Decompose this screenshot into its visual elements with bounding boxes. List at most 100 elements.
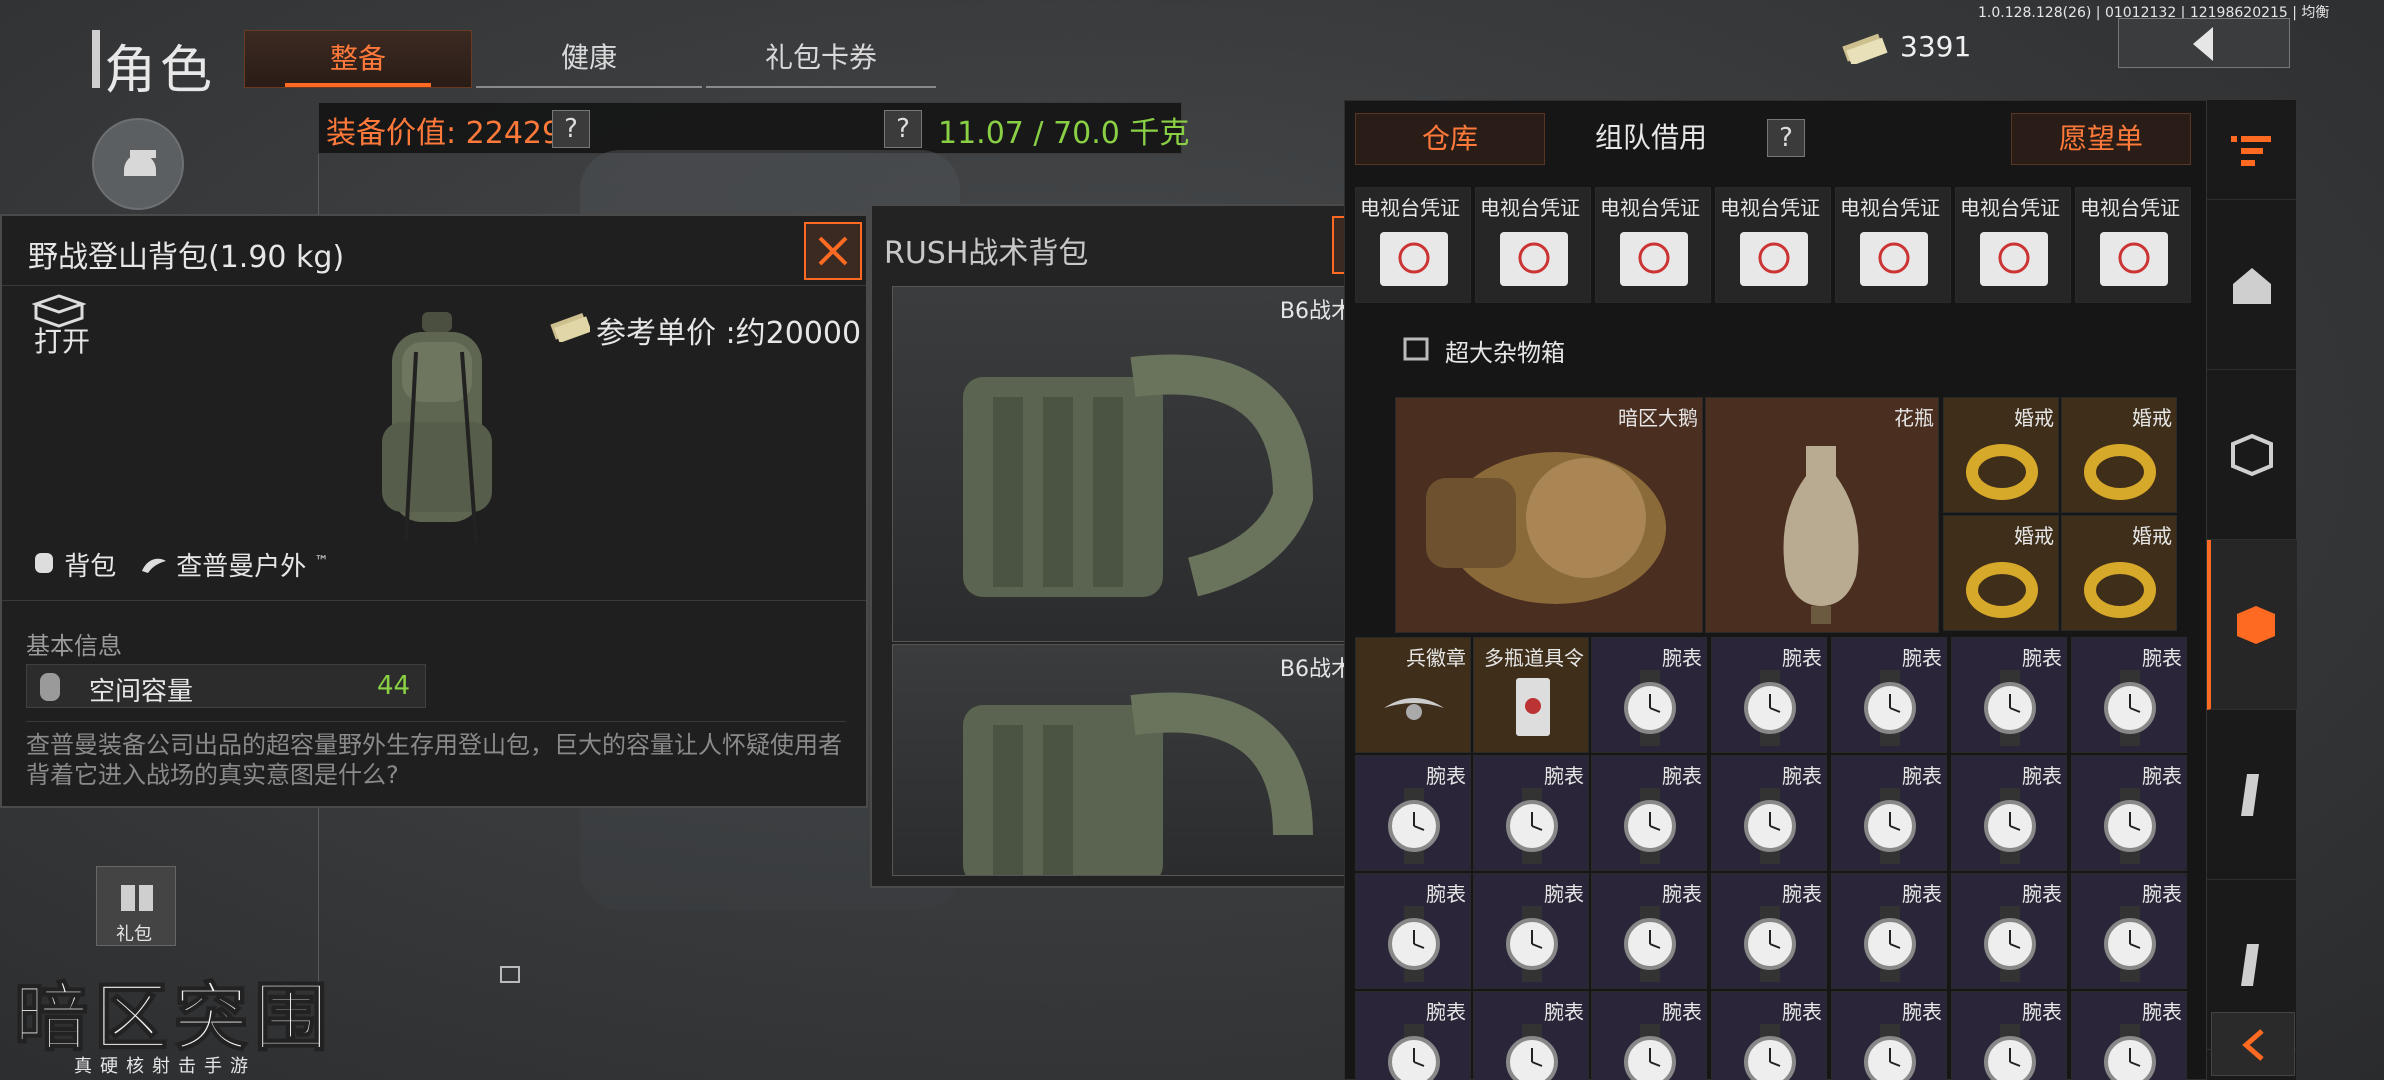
gift-icon	[121, 885, 153, 911]
item-label: 腕表	[1662, 882, 1702, 906]
watch-image	[2104, 670, 2156, 746]
item-tv-certificate[interactable]: 电视台凭证	[1355, 187, 1471, 303]
back-button[interactable]	[2118, 18, 2290, 68]
item-label: 婚戒	[2014, 406, 2054, 430]
item-tv-certificate[interactable]: 电视台凭证	[2075, 187, 2191, 303]
loadout-avatar-button[interactable]	[92, 118, 184, 210]
item-label: 腕表	[1902, 764, 1942, 788]
certificate-image	[1380, 232, 1448, 286]
item-label: 腕表	[1782, 1000, 1822, 1024]
item-dark-goose[interactable]: 暗区大鹅	[1395, 397, 1703, 633]
item-label: 腕表	[1902, 882, 1942, 906]
item-wedding-ring[interactable]: 婚戒	[2061, 515, 2177, 631]
item-wedding-ring[interactable]: 婚戒	[1943, 397, 2059, 513]
item-label: 电视台凭证	[1600, 196, 1700, 220]
item-wedding-ring[interactable]: 婚戒	[2061, 397, 2177, 513]
game-logo: 暗区突围	[13, 974, 334, 1062]
item-vase[interactable]: 花瓶	[1705, 397, 1939, 633]
item-watch[interactable]: 腕表	[1951, 991, 2067, 1080]
open-button-label[interactable]: 打开	[34, 320, 90, 360]
item-label: 婚戒	[2132, 406, 2172, 430]
item-tv-certificate[interactable]: 电视台凭证	[1715, 187, 1831, 303]
wishlist-button[interactable]: 愿望单	[2011, 113, 2191, 165]
container-heading: 超大杂物箱	[1445, 339, 1565, 367]
item-watch[interactable]: 腕表	[2071, 637, 2187, 753]
tab-equip[interactable]: 整备	[244, 30, 472, 88]
item-label: 电视台凭证	[1480, 196, 1580, 220]
item-tv-certificate[interactable]: 电视台凭证	[1955, 187, 2071, 303]
item-watch[interactable]: 腕表	[2071, 755, 2187, 871]
item-watch[interactable]: 腕表	[1355, 755, 1471, 871]
sidebar-magazine-button[interactable]	[2207, 710, 2297, 880]
item-watch[interactable]: 腕表	[1591, 755, 1707, 871]
rush-panel-title: RUSH战术背包	[884, 236, 1089, 271]
item-watch[interactable]: 腕表	[1355, 873, 1471, 989]
rush-slot[interactable]: B6战术	[892, 644, 1362, 876]
ring-image	[1966, 562, 2038, 618]
watch-image	[1624, 1024, 1676, 1080]
right-sidebar	[2206, 100, 2297, 1080]
tab-warehouse[interactable]: 仓库	[1355, 113, 1545, 165]
item-label: 腕表	[1426, 764, 1466, 788]
item-watch[interactable]: 腕表	[1473, 755, 1589, 871]
inventory-help-button[interactable]: ?	[1767, 119, 1805, 157]
item-watch[interactable]: 腕表	[1951, 637, 2067, 753]
item-label: 花瓶	[1894, 406, 1934, 430]
tab-team-borrow[interactable]: 组队借用	[1551, 113, 1751, 165]
item-watch[interactable]: 腕表	[1591, 991, 1707, 1080]
item-watch[interactable]: 腕表	[1831, 755, 1947, 871]
tab-gift-coupon[interactable]: 礼包卡券	[706, 30, 936, 88]
rush-backpack-panel: RUSH战术背包 B6战术 B6战术	[870, 204, 1400, 888]
watch-image	[1388, 1024, 1440, 1080]
item-watch[interactable]: 腕表	[1711, 637, 1827, 753]
item-label: 腕表	[2022, 882, 2062, 906]
item-watch[interactable]: 腕表	[1473, 991, 1589, 1080]
item-watch[interactable]: 腕表	[2071, 873, 2187, 989]
watch-image	[1984, 906, 2036, 982]
watch-image	[1388, 788, 1440, 864]
item-watch[interactable]: 腕表	[1831, 637, 1947, 753]
vase-image	[1783, 446, 1859, 624]
container-box-icon	[2237, 606, 2275, 644]
collapse-button[interactable]	[2211, 1012, 2295, 1076]
item-label: 电视台凭证	[2080, 196, 2180, 220]
item-watch[interactable]: 腕表	[2071, 991, 2187, 1080]
item-watch[interactable]: 腕表	[1711, 873, 1827, 989]
sidebar-container-button[interactable]	[2207, 540, 2297, 710]
badge-image	[1384, 698, 1444, 720]
rush-slot[interactable]: B6战术	[892, 286, 1362, 642]
basic-info-heading: 基本信息	[26, 632, 122, 660]
item-watch[interactable]: 腕表	[1951, 755, 2067, 871]
item-label: 腕表	[2022, 764, 2062, 788]
item-watch[interactable]: 腕表	[1831, 991, 1947, 1080]
item-watch[interactable]: 腕表	[1711, 755, 1827, 871]
item-soldier-badge[interactable]: 兵徽章	[1355, 637, 1471, 753]
item-watch[interactable]: 腕表	[1591, 637, 1707, 753]
brand-tag: 查普曼户外 ™	[140, 546, 329, 583]
item-watch[interactable]: 腕表	[1591, 873, 1707, 989]
item-watch[interactable]: 腕表	[1951, 873, 2067, 989]
sidebar-box-button[interactable]	[2207, 370, 2297, 540]
cash-icon	[1840, 28, 1890, 68]
sidebar-home-button[interactable]	[2207, 200, 2297, 370]
equip-value-help-button[interactable]: ?	[552, 110, 590, 148]
item-watch[interactable]: 腕表	[1711, 991, 1827, 1080]
ring-image	[2084, 562, 2156, 618]
tab-health[interactable]: 健康	[476, 30, 702, 88]
item-tv-certificate[interactable]: 电视台凭证	[1475, 187, 1591, 303]
item-tv-certificate[interactable]: 电视台凭证	[1595, 187, 1711, 303]
item-order-card[interactable]: 多瓶道具令	[1473, 637, 1589, 753]
item-wedding-ring[interactable]: 婚戒	[1943, 515, 2059, 631]
item-detail-close-button[interactable]	[804, 222, 862, 280]
item-label: 腕表	[2022, 1000, 2062, 1024]
item-tv-certificate[interactable]: 电视台凭证	[1835, 187, 1951, 303]
card-image	[1516, 678, 1550, 736]
item-watch[interactable]: 腕表	[1355, 991, 1471, 1080]
item-watch[interactable]: 腕表	[1473, 873, 1589, 989]
item-watch[interactable]: 腕表	[1831, 873, 1947, 989]
sort-button[interactable]	[2207, 100, 2297, 200]
weight-help-button[interactable]: ?	[884, 110, 922, 148]
helmet-gun-icon	[124, 150, 156, 176]
item-label: 腕表	[2142, 882, 2182, 906]
item-label: 腕表	[1544, 764, 1584, 788]
